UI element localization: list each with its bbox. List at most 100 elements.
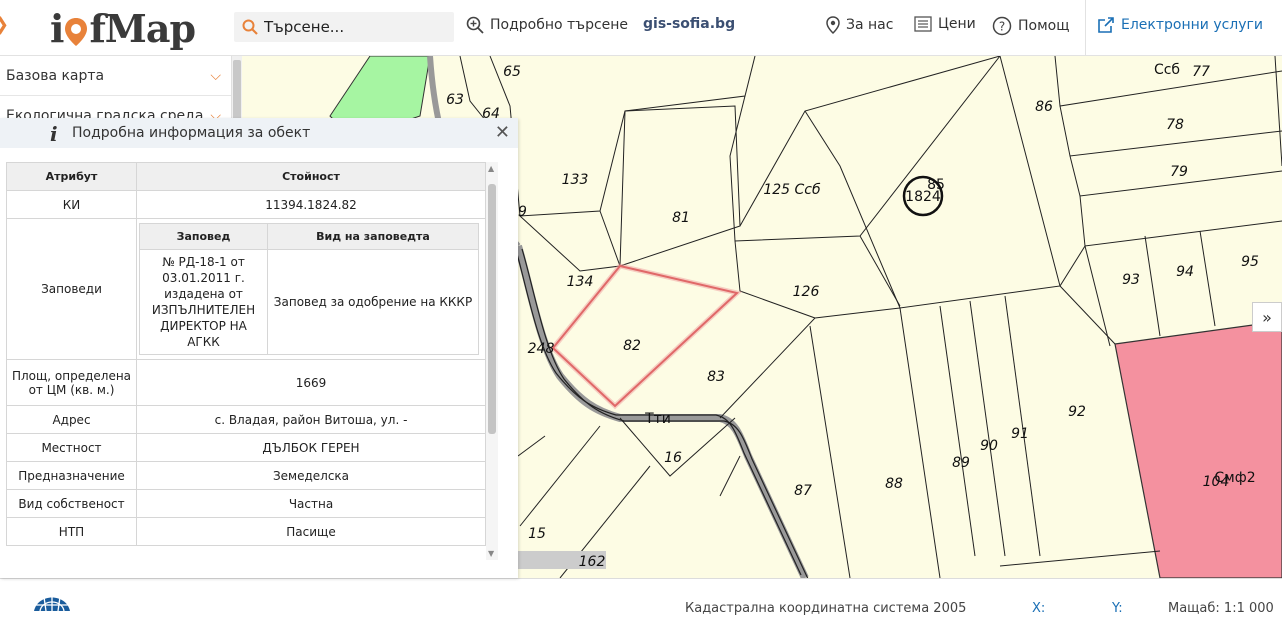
info-table-scrollbar[interactable]: ▲ ▼ <box>486 162 498 560</box>
attr-cell: Местност <box>6 433 137 462</box>
search-input[interactable] <box>264 18 444 36</box>
column-header-value: Стойност <box>136 162 486 191</box>
value-cell: ДЪЛБОК ГЕРЕН <box>136 433 486 462</box>
value-cell: 11394.1824.82 <box>136 190 486 219</box>
scale-label: Мащаб: 1:1 000 <box>1168 601 1274 616</box>
attributes-table-wrap[interactable]: Атрибут Стойност КИ 11394.1824.82 Запове… <box>6 162 502 560</box>
help-link[interactable]: ? Помощ <box>992 16 1069 36</box>
about-link[interactable]: За нас <box>826 16 893 34</box>
attr-cell: НТП <box>6 517 137 546</box>
info-panel-header: i Подробна информация за обект ✕ <box>0 118 518 148</box>
advanced-search-link[interactable]: Подробно търсене <box>466 16 628 34</box>
parcel-labels: 65636413381125 Сcб 18248586Сcб 77787993 949… <box>446 62 1259 570</box>
logo[interactable]: i fMap <box>50 5 196 51</box>
eservices-label: Електронни услуги <box>1121 17 1263 33</box>
table-row: НТП Пасище <box>6 517 486 546</box>
parcel-number-label: 16 <box>664 450 682 466</box>
parcel-number-label: 92 <box>1068 404 1086 420</box>
footer: Кадастрална координатна система 2005 X: … <box>0 578 1282 618</box>
parcel-number-label: 126 <box>793 284 820 300</box>
map-pin-logo-icon <box>64 11 88 46</box>
logo-suffix: fMap <box>89 5 196 51</box>
attr-cell: Предназначение <box>6 461 137 490</box>
table-row: Вид собственост Частна <box>6 489 486 518</box>
parcel-number-label: 85 <box>927 177 945 193</box>
price-list-icon <box>914 16 932 32</box>
parcel-number-label: 88 <box>885 476 903 492</box>
scroll-down-icon[interactable]: ▼ <box>488 549 494 558</box>
parcel-number-label: 125 Сcб <box>763 182 821 198</box>
attr-cell: КИ <box>6 190 137 219</box>
column-header-order: Заповед <box>139 223 268 250</box>
attr-cell: Площ, определена от ЦМ (кв. м.) <box>6 359 137 406</box>
value-cell: Частна <box>136 489 486 518</box>
parcel-number-label: 78 <box>1166 117 1184 133</box>
info-panel-title: Подробна информация за обект <box>72 125 311 141</box>
attr-cell: Заповеди <box>6 218 137 360</box>
logo-prefix: i <box>50 5 64 51</box>
scroll-thumb[interactable] <box>488 184 496 434</box>
value-cell: 1669 <box>136 359 486 406</box>
table-row: Местност ДЪЛБОК ГЕРЕН <box>6 433 486 462</box>
location-pin-icon <box>826 16 840 34</box>
double-chevron-right-icon: » <box>1262 307 1272 327</box>
search-box[interactable] <box>234 12 454 42</box>
parcel-number-label: 15 <box>528 526 546 542</box>
app-root: { "header": { "logo_prefix": "i", "logo_… <box>0 0 1282 618</box>
globe-logo-icon <box>34 595 70 612</box>
parcel-number-label: 162 <box>579 554 606 570</box>
external-link-icon <box>1098 17 1114 33</box>
parcel-number-label: 86 <box>1035 99 1053 115</box>
table-row: Адрес с. Владая, район Витоша, ул. - <box>6 405 486 434</box>
parcel-number-label: 93 <box>1122 272 1140 288</box>
gis-sofia-link[interactable]: gis-sofia.bg <box>643 16 735 32</box>
header-divider <box>1085 0 1086 56</box>
table-row: КИ 11394.1824.82 <box>6 190 486 219</box>
parcel-number-label: 90 <box>980 438 998 454</box>
order-cell: № РД-18-1 от 03.01.2011 г. издадена от И… <box>139 249 268 355</box>
parcel-number-label: 81 <box>672 210 690 226</box>
prices-link[interactable]: Цени <box>914 16 976 32</box>
search-icon <box>242 19 258 35</box>
orders-table: Заповед Вид на заповедта № РД-18-1 от 03… <box>139 223 479 355</box>
attr-cell: Вид собственост <box>6 489 137 518</box>
scroll-up-icon[interactable]: ▲ <box>488 164 494 173</box>
column-header-order-type: Вид на заповедта <box>267 223 479 250</box>
parcel-number-label: 65 <box>503 64 521 80</box>
expand-panel-button[interactable]: » <box>1252 302 1282 332</box>
close-icon[interactable]: ✕ <box>495 122 510 143</box>
parcel-number-label: 91 <box>1011 426 1029 442</box>
about-label: За нас <box>846 17 894 33</box>
parcel-number-label: 104 <box>1203 474 1230 490</box>
table-row: Площ, определена от ЦМ (кв. м.) 1669 <box>6 359 486 406</box>
attributes-table: Атрибут Стойност КИ 11394.1824.82 Запове… <box>6 162 486 546</box>
parcel-number-label: 248 <box>528 341 555 357</box>
zoom-search-icon <box>466 16 484 34</box>
coord-system-label: Кадастрална координатна система 2005 <box>685 601 967 616</box>
layers-panel: Базова карта ⌵ Екологична градска среда … <box>0 56 232 136</box>
order-type-cell: Заповед за одобрение на КККР <box>267 249 479 355</box>
parcel-number-label: 77 <box>1192 64 1210 80</box>
layer-label: Базова карта <box>6 67 105 84</box>
pink-zone[interactable] <box>1114 320 1282 578</box>
x-coord-label: X: <box>1032 601 1046 616</box>
parcel-number-label: Тти <box>644 411 671 427</box>
parcel-number-label: 63 <box>446 92 464 108</box>
parcel-number-label: 94 <box>1176 264 1194 280</box>
parcel-number-label: 133 <box>562 172 589 188</box>
parcel-number-label: 134 <box>567 274 594 290</box>
parcel-number-label: 82 <box>623 338 641 354</box>
layer-base-map[interactable]: Базова карта ⌵ <box>0 56 231 96</box>
parcel-number-label: 89 <box>952 455 970 471</box>
y-coord-label: Y: <box>1112 601 1123 616</box>
attr-cell: Адрес <box>6 405 137 434</box>
table-row: Заповеди Заповед Вид на заповедта № РД-1… <box>6 218 486 360</box>
header: ❯ i fMap Под <box>0 0 1282 56</box>
help-icon: ? <box>992 16 1012 36</box>
value-cell: Земеделска <box>136 461 486 490</box>
menu-icon[interactable]: ❯ <box>0 14 9 35</box>
table-row: Предназначение Земеделска <box>6 461 486 490</box>
value-cell: Пасище <box>136 517 486 546</box>
eservices-link[interactable]: Електронни услуги <box>1097 16 1263 34</box>
value-cell: с. Владая, район Витоша, ул. - <box>136 405 486 434</box>
